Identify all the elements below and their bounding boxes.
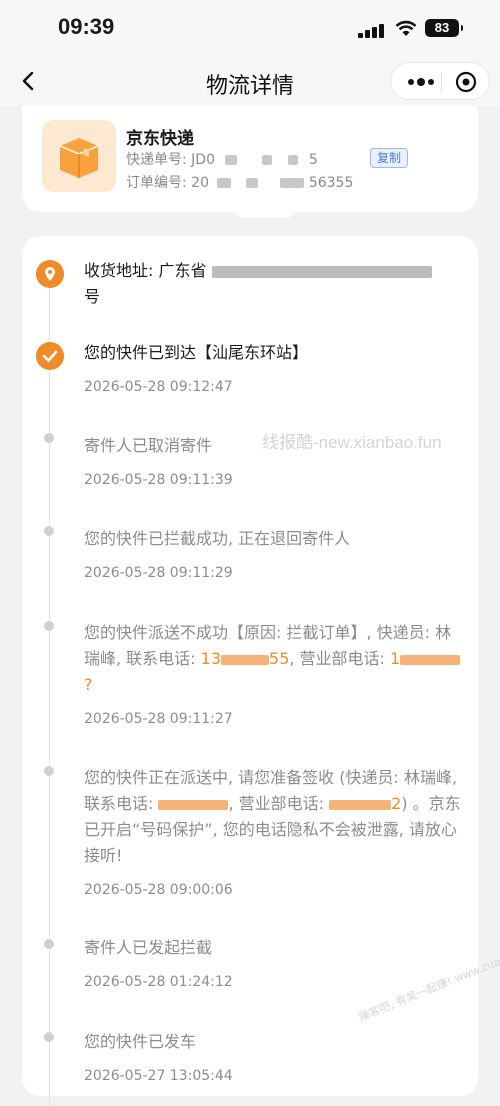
- event-text: 您的快件派送不成功【原因: 拦截订单】, 快递员: 林瑞峰, 联系电话: 13 5…: [84, 620, 464, 698]
- redacted-block: [245, 178, 258, 188]
- redacted-phone: [221, 654, 270, 665]
- event-time: 2026-05-28 09:11:29: [84, 565, 233, 581]
- package-box-icon: [42, 120, 116, 192]
- timeline-line: [49, 266, 50, 1106]
- timeline-dot: [44, 766, 54, 776]
- order-suffix: 56355: [308, 175, 354, 191]
- timeline-event: 寄件人已发起拦截 2026-05-28 01:24:12: [84, 935, 464, 991]
- phone-part: 55: [269, 649, 290, 668]
- redacted-phone: [400, 654, 461, 665]
- tracking-label: 快递单号:: [126, 152, 192, 168]
- event-text: 您的快件已拦截成功, 正在退回寄件人: [84, 529, 351, 548]
- event-text: 您的快件已到达【汕尾东环站】: [84, 343, 309, 362]
- card-connector: [236, 206, 294, 218]
- phone-part: 13: [200, 649, 222, 668]
- phone-number[interactable]: 13 55: [201, 649, 290, 668]
- status-bar: 09:39 83: [0, 0, 500, 58]
- event-text-part: , 营业部电话:: [228, 794, 330, 813]
- carrier-name: 京东快递: [126, 129, 194, 149]
- event-text: 您的快件正在派送中, 请您准备签收 (快递员: 林瑞峰, 联系电话: , 营业部…: [84, 765, 464, 869]
- phone-part: 1: [390, 649, 401, 668]
- more-dots-icon[interactable]: [405, 73, 437, 91]
- event-time: 2026-05-28 09:00:06: [84, 882, 233, 898]
- redacted-block: [225, 155, 238, 165]
- tracking-suffix: 5: [308, 152, 318, 168]
- event-time: 2026-05-28 09:12:47: [84, 379, 233, 395]
- close-target-icon[interactable]: [455, 71, 477, 93]
- tracking-timeline: 收货地址: 广东省 号 您的快件已到达【汕尾东环站】 2026-05-28 09…: [22, 236, 478, 1106]
- address-text-end: 号: [84, 287, 101, 306]
- event-time: 2026-05-27 13:05:44: [84, 1068, 233, 1084]
- location-pin-icon: [36, 260, 64, 288]
- redacted-block: [280, 178, 305, 188]
- timeline-dot: [44, 526, 54, 536]
- tracking-number-row: 快递单号: JD0 5: [126, 149, 318, 169]
- nav-bar: 物流详情: [0, 58, 500, 106]
- timeline-event: 您的快件已发车 2026-05-27 13:05:44: [84, 1029, 464, 1085]
- status-time: 09:39: [58, 14, 115, 39]
- timeline-event: 您的快件正在派送中, 请您准备签收 (快递员: 林瑞峰, 联系电话: , 营业部…: [84, 765, 464, 899]
- timeline-dot: [44, 939, 54, 949]
- copy-button[interactable]: 复制: [370, 148, 409, 168]
- redacted-address: [211, 265, 432, 278]
- phone-part: 2: [391, 794, 402, 813]
- package-card: 京东快递 快递单号: JD0 5 复制 订单编号: 20 56355: [22, 106, 478, 212]
- timeline-dot: [44, 433, 54, 443]
- capsule-divider: [441, 73, 442, 91]
- address-label: 收货地址:: [84, 261, 159, 280]
- address-text-start: 广东省: [158, 261, 207, 280]
- timeline-event: 您的快件已到达【汕尾东环站】 2026-05-28 09:12:47: [84, 340, 464, 396]
- watermark-text: 线报酷-new.xianbao.fun: [262, 433, 442, 452]
- redacted-block: [261, 155, 272, 165]
- redacted-block: [217, 178, 232, 188]
- timeline-dot: [44, 621, 54, 631]
- cellular-signal-icon: [358, 22, 386, 38]
- event-text: 您的快件已发车: [84, 1032, 197, 1051]
- delivery-address: 收货地址: 广东省 号: [84, 258, 464, 310]
- redacted-block: [288, 155, 299, 165]
- mini-program-capsule: [390, 62, 490, 100]
- battery-indicator: 83: [425, 19, 463, 37]
- timeline-dot: [44, 1032, 54, 1042]
- timeline-event: 您的快件派送不成功【原因: 拦截订单】, 快递员: 林瑞峰, 联系电话: 13 5…: [84, 620, 464, 728]
- order-number-row: 订单编号: 20 56355: [126, 172, 353, 192]
- event-text-part: , 营业部电话:: [289, 649, 391, 668]
- tracking-prefix: JD0: [191, 152, 215, 168]
- order-label: 订单编号:: [126, 175, 192, 191]
- wifi-icon: [395, 20, 417, 36]
- timeline-event: 您的快件已拦截成功, 正在退回寄件人 2026-05-28 09:11:29: [84, 526, 464, 582]
- redacted-phone: [158, 799, 229, 810]
- phone-part: ?: [84, 675, 93, 694]
- redacted-phone: [329, 799, 392, 810]
- event-text: 寄件人已发起拦截: [84, 938, 213, 957]
- check-icon: [36, 342, 64, 370]
- event-time: 2026-05-28 09:11:39: [84, 472, 233, 488]
- office-phone-number[interactable]: 2: [329, 794, 401, 813]
- order-prefix: 20: [191, 175, 209, 191]
- event-time: 2026-05-28 09:11:27: [84, 711, 233, 727]
